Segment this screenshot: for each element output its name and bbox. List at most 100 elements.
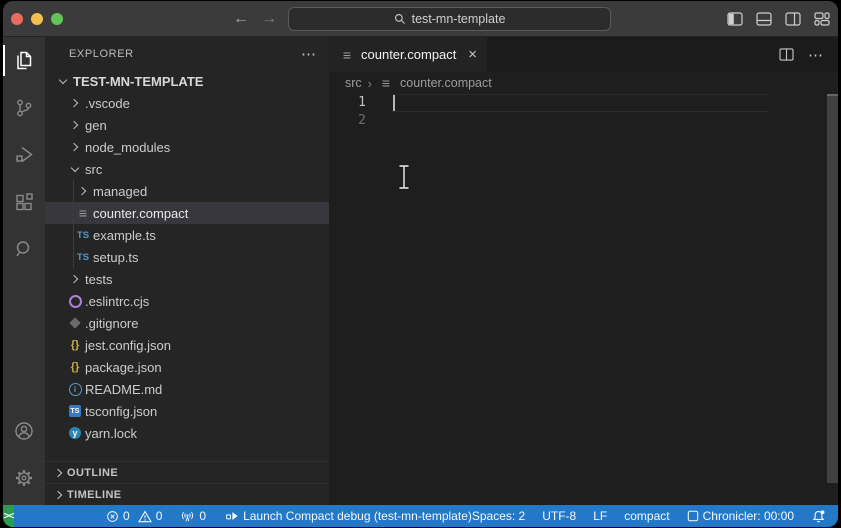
tree-item-managed[interactable]: managed (45, 180, 329, 202)
tree-item-setup-ts[interactable]: setup.ts (45, 246, 329, 268)
tsconfig-icon (67, 403, 83, 419)
minimize-window-button[interactable] (31, 13, 43, 25)
tree-item-label: package.json (85, 360, 162, 375)
indentation-status[interactable]: Spaces: 2 (472, 509, 525, 523)
tree-item-eslintrc[interactable]: .eslintrc.cjs (45, 290, 329, 312)
launch-debug-status[interactable]: Launch Compact debug (test-mn-template) (224, 509, 472, 523)
yarn-icon (67, 425, 83, 441)
eslint-icon (67, 293, 83, 309)
breadcrumb-folder[interactable]: src (345, 76, 362, 90)
toggle-sidebar-icon[interactable] (727, 12, 743, 26)
run-debug-icon[interactable] (3, 131, 45, 178)
editor-group: counter.compact × ⋯ src › counter.compac… (329, 37, 838, 505)
ports-status[interactable]: 0 (180, 509, 206, 523)
file-tree: TEST-MN-TEMPLATE .vscode gen node_module… (45, 70, 329, 444)
titlebar: ← → test-mn-template (3, 1, 838, 37)
tree-item-label: example.ts (93, 228, 156, 243)
back-arrow-icon[interactable]: ← (233, 10, 249, 28)
search-icon (394, 13, 406, 25)
eol-status[interactable]: LF (593, 509, 607, 523)
sidebar-title: EXPLORER (69, 48, 134, 60)
chevron-right-icon (51, 487, 67, 503)
chevron-down-icon (55, 73, 71, 89)
notifications-bell-icon[interactable] (811, 509, 826, 524)
chevron-right-icon (67, 271, 83, 287)
explorer-sidebar: EXPLORER ⋯ TEST-MN-TEMPLATE .vscode gen … (45, 37, 329, 505)
ports-count: 0 (199, 509, 206, 523)
chronicler-status[interactable]: Chronicler: 00:00 (687, 509, 794, 523)
line-number: 2 (329, 112, 366, 130)
tree-item-label: gen (85, 118, 107, 133)
close-window-button[interactable] (11, 13, 23, 25)
customize-layout-icon[interactable] (814, 12, 830, 26)
typescript-file-icon (75, 227, 91, 243)
json-braces-icon (67, 337, 83, 353)
tree-item-label: managed (93, 184, 147, 199)
errors-count: 0 (123, 509, 130, 523)
command-center-search[interactable]: test-mn-template (288, 7, 611, 31)
tree-item-label: tests (85, 272, 112, 287)
chevron-right-icon (67, 139, 83, 155)
source-control-icon[interactable] (3, 84, 45, 131)
tree-item-label: .vscode (85, 96, 130, 111)
file-lines-icon (339, 47, 355, 63)
tree-item-counter-compact[interactable]: counter.compact (45, 202, 329, 224)
tree-item-jest-config[interactable]: jest.config.json (45, 334, 329, 356)
indent-guide (73, 180, 74, 268)
tree-item-yarn-lock[interactable]: yarn.lock (45, 422, 329, 444)
tab-counter-compact[interactable]: counter.compact × (329, 37, 487, 72)
toggle-secondary-sidebar-icon[interactable] (785, 12, 801, 26)
info-icon (67, 381, 83, 397)
tree-item-label: README.md (85, 382, 162, 397)
tree-item-label: yarn.lock (85, 426, 137, 441)
tree-item-gitignore[interactable]: .gitignore (45, 312, 329, 334)
chevron-right-icon (51, 465, 67, 481)
editor-scrollbar[interactable] (827, 94, 838, 483)
current-line-highlight (392, 94, 768, 112)
sidebar-more-actions-icon[interactable]: ⋯ (301, 45, 317, 63)
tree-item-label: node_modules (85, 140, 170, 155)
outline-section-header[interactable]: OUTLINE (45, 461, 329, 483)
activity-bar (3, 37, 45, 505)
tree-item-label: tsconfig.json (85, 404, 157, 419)
chevron-down-icon (67, 161, 83, 177)
line-number-gutter: 1 2 (329, 94, 366, 130)
timeline-section-header[interactable]: TIMELINE (45, 483, 329, 505)
breadcrumb: src › counter.compact (329, 72, 838, 94)
tree-item-src[interactable]: src (45, 158, 329, 180)
forward-arrow-icon[interactable]: → (261, 10, 277, 28)
tab-bar: counter.compact × ⋯ (329, 37, 838, 72)
tree-item-vscode[interactable]: .vscode (45, 92, 329, 114)
language-mode-status[interactable]: compact (624, 509, 669, 523)
search-panel-icon[interactable] (3, 225, 45, 272)
status-bar: >< 0 0 (3, 505, 838, 527)
tree-item-package-json[interactable]: package.json (45, 356, 329, 378)
tree-item-tests[interactable]: tests (45, 268, 329, 290)
tree-item-label: jest.config.json (85, 338, 171, 353)
tree-item-gen[interactable]: gen (45, 114, 329, 136)
tree-item-node-modules[interactable]: node_modules (45, 136, 329, 158)
vscode-window: ← → test-mn-template (3, 1, 838, 527)
problems-status[interactable]: 0 0 (106, 509, 162, 523)
explorer-icon[interactable] (3, 37, 45, 84)
encoding-status[interactable]: UTF-8 (542, 509, 576, 523)
tree-item-root[interactable]: TEST-MN-TEMPLATE (45, 70, 329, 92)
toggle-panel-icon[interactable] (756, 12, 772, 26)
tree-item-tsconfig[interactable]: tsconfig.json (45, 400, 329, 422)
extensions-icon[interactable] (3, 178, 45, 225)
remote-indicator[interactable]: >< (3, 505, 14, 527)
tree-item-label: setup.ts (93, 250, 139, 265)
split-editor-icon[interactable] (779, 48, 794, 61)
breadcrumb-file[interactable]: counter.compact (400, 76, 492, 90)
zoom-window-button[interactable] (51, 13, 63, 25)
close-tab-icon[interactable]: × (468, 46, 477, 63)
tree-item-readme[interactable]: README.md (45, 378, 329, 400)
accounts-icon[interactable] (3, 407, 45, 454)
editor-more-actions-icon[interactable]: ⋯ (808, 46, 824, 64)
settings-gear-icon[interactable] (3, 454, 45, 501)
code-area[interactable]: 1 2 (329, 94, 838, 505)
tree-item-example-ts[interactable]: example.ts (45, 224, 329, 246)
tree-item-label: TEST-MN-TEMPLATE (73, 74, 203, 89)
warning-icon (138, 510, 152, 523)
chevron-right-icon (67, 117, 83, 133)
